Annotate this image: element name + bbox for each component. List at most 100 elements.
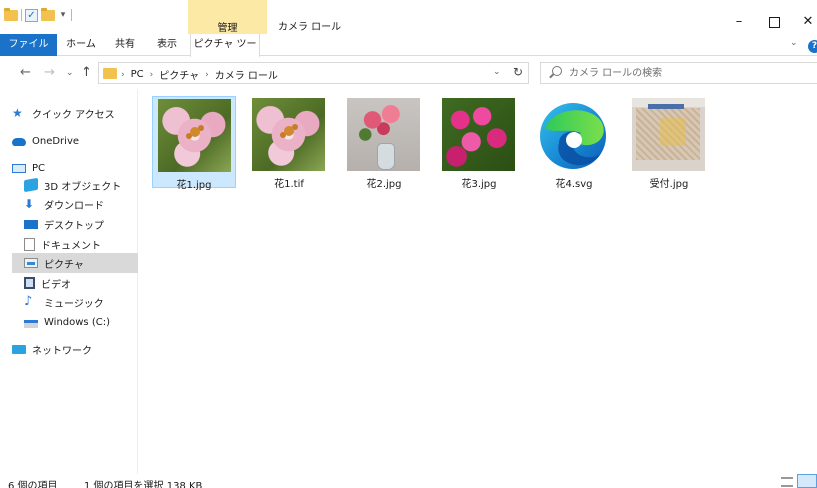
edge-logo-icon [537, 99, 610, 172]
file-name: 花1.jpg [176, 180, 212, 191]
star-icon: ★ [12, 106, 23, 120]
file-name: 花2.jpg [366, 179, 402, 190]
window-title: カメラ ロール [278, 22, 342, 33]
back-arrow-icon[interactable]: ← [20, 65, 31, 80]
file-item[interactable]: 花3.jpg [437, 96, 521, 190]
drive-icon [24, 319, 38, 328]
sidebar-item-label: 3D オブジェクト [44, 181, 122, 193]
refresh-icon[interactable]: ↻ [513, 65, 523, 79]
search-icon [552, 66, 562, 76]
document-icon [24, 237, 35, 251]
sidebar-item-label: ドキュメント [41, 240, 101, 252]
cloud-icon [12, 138, 26, 146]
address-history-dropdown-icon[interactable]: ⌄ [493, 67, 501, 77]
lily-photo-thumbnail [158, 99, 231, 172]
breadcrumb-pc[interactable]: PC [131, 69, 144, 80]
item-count: 6 個の項目 [8, 481, 58, 488]
sidebar-item-label: デスクトップ [44, 220, 104, 232]
cube-icon [24, 177, 38, 193]
toolbar-separator [21, 9, 22, 21]
tab-home[interactable]: ホーム [63, 34, 99, 56]
ribbon-tabs: ファイル ホーム 共有 表示 ピクチャ ツール ⌄ ? [0, 34, 817, 72]
sidebar-item-label: ダウンロード [44, 200, 104, 212]
close-button[interactable]: ✕ [794, 12, 817, 32]
expand-ribbon-icon[interactable]: ⌄ [790, 38, 798, 48]
properties-icon[interactable]: ✓ [25, 8, 38, 22]
sidebar-item-label: ビデオ [41, 279, 71, 291]
sidebar-item-quick-access[interactable]: ★ クイック アクセス [12, 103, 138, 123]
sidebar-item-label: クイック アクセス [32, 109, 115, 121]
tab-view[interactable]: 表示 [151, 34, 183, 56]
sidebar-item-documents[interactable]: ドキュメント [24, 234, 138, 254]
file-item[interactable]: 花1.tif [247, 96, 331, 190]
flower-vase-photo-thumbnail [347, 98, 420, 171]
sidebar-item-label: OneDrive [32, 135, 80, 147]
file-item[interactable]: 花1.jpg [152, 96, 236, 191]
file-list: 花1.jpg 花1.tif 花2.jpg 花3.jpg 花4.svg 受付.jp… [139, 89, 817, 474]
selection-info: 1 個の項目を選択 138 KB [84, 481, 203, 488]
file-name: 受付.jpg [649, 179, 689, 190]
search-input[interactable] [569, 66, 809, 81]
file-name: 花1.tif [274, 179, 304, 190]
file-item[interactable]: 花2.jpg [342, 96, 426, 190]
sign-board [648, 104, 684, 109]
sidebar-item-pictures[interactable]: ピクチャ [12, 253, 138, 273]
sidebar-item-windows-drive[interactable]: Windows (C:) [24, 312, 138, 332]
navigation-bar: ← → ⌄ ↑ › PC › ピクチャ › カメラ ロール ⌄ ↻ [0, 57, 817, 89]
sidebar-item-3d-objects[interactable]: 3D オブジェクト [24, 175, 138, 195]
breadcrumb: › PC › ピクチャ › カメラ ロール [121, 67, 278, 82]
forward-arrow-icon[interactable]: → [44, 65, 55, 80]
computer-icon [12, 163, 26, 173]
pink-flowers-photo-thumbnail [442, 98, 515, 171]
sidebar-item-label: PC [32, 162, 46, 174]
sidebar-item-videos[interactable]: ビデオ [24, 273, 138, 293]
maximize-button[interactable] [760, 12, 788, 32]
video-icon [24, 277, 35, 289]
toolbar-separator [71, 9, 72, 21]
large-icons-view-icon[interactable] [797, 474, 817, 488]
sidebar-item-label: Windows (C:) [44, 316, 110, 328]
folder-icon [4, 7, 18, 21]
navigation-pane: ★ クイック アクセス OneDrive PC 3D オブジェクト ⬇ ダウンロ… [0, 89, 138, 474]
reception-photo-thumbnail [632, 98, 705, 171]
sidebar-item-network[interactable]: ネットワーク [12, 339, 138, 359]
breadcrumb-camera-roll[interactable]: カメラ ロール [215, 67, 278, 82]
music-icon: ♪ [24, 294, 33, 309]
recent-locations-icon[interactable]: ⌄ [66, 68, 74, 78]
lily-photo-thumbnail [252, 98, 325, 171]
context-tab-group-label: 管理 [217, 23, 238, 34]
breadcrumb-pictures[interactable]: ピクチャ [159, 67, 199, 82]
quick-access-toolbar: ✓ ▾ [4, 6, 72, 24]
tab-share[interactable]: 共有 [110, 34, 140, 56]
new-folder-icon[interactable] [41, 7, 55, 21]
search-box[interactable] [540, 62, 817, 84]
sidebar-item-label: ネットワーク [32, 345, 92, 357]
title-bar: ✓ ▾ 管理 カメラ ロール – ✕ [0, 0, 817, 34]
context-tab-group: 管理 [188, 0, 267, 34]
sidebar-item-label: ピクチャ [44, 259, 84, 271]
sidebar-item-desktop[interactable]: デスクトップ [24, 214, 138, 234]
address-bar[interactable]: › PC › ピクチャ › カメラ ロール ⌄ ↻ [98, 62, 529, 84]
tab-file[interactable]: ファイル [0, 34, 57, 56]
details-view-icon[interactable] [781, 477, 793, 487]
download-icon: ⬇ [24, 197, 35, 211]
desktop-icon [24, 219, 38, 229]
sidebar-item-label: ミュージック [44, 298, 104, 310]
sidebar-item-music[interactable]: ♪ ミュージック [24, 292, 138, 312]
sidebar-item-downloads[interactable]: ⬇ ダウンロード [24, 194, 138, 214]
folder-icon [103, 68, 117, 79]
minimize-button[interactable]: – [725, 12, 753, 32]
up-arrow-icon[interactable]: ↑ [81, 65, 92, 80]
file-name: 花4.svg [555, 179, 593, 190]
customize-toolbar-icon[interactable]: ▾ [58, 10, 68, 20]
file-item[interactable]: 受付.jpg [627, 96, 711, 190]
sidebar-item-onedrive[interactable]: OneDrive [12, 131, 138, 151]
pictures-icon [24, 258, 38, 268]
chevron-right-icon[interactable]: › [121, 70, 125, 80]
help-icon[interactable]: ? [808, 40, 817, 53]
file-item[interactable]: 花4.svg [532, 96, 616, 190]
status-bar: 6 個の項目 1 個の項目を選択 138 KB [0, 474, 817, 488]
chevron-right-icon[interactable]: › [150, 70, 154, 80]
chevron-right-icon[interactable]: › [205, 70, 209, 80]
tab-picture-tools[interactable]: ピクチャ ツール [190, 34, 260, 72]
